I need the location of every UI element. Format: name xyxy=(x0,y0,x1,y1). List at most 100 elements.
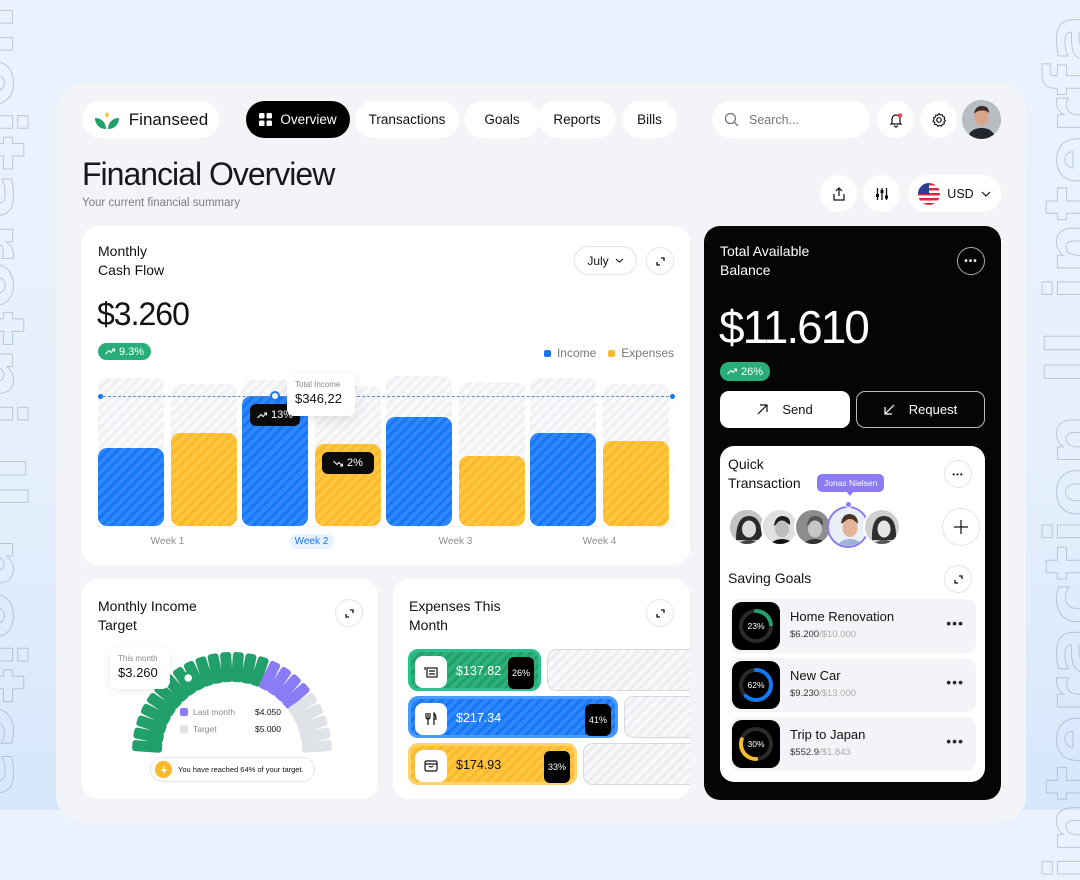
this-month-label: This month xyxy=(118,654,158,663)
bar-income-week-3[interactable] xyxy=(386,416,452,526)
legend-expenses-label: Expenses xyxy=(621,346,674,360)
income-target-expand-button[interactable] xyxy=(335,599,363,627)
gauge-current-marker xyxy=(181,671,195,685)
currency-label: USD xyxy=(947,186,974,201)
expense-amount: $217.34 xyxy=(456,711,502,725)
bar-expenses-week-4[interactable] xyxy=(603,440,669,526)
goal-progress-ring: 62% xyxy=(732,661,780,709)
brand-name: Finanseed xyxy=(128,109,209,129)
nav-tab-bills[interactable]: Bills xyxy=(622,101,677,138)
expense-row[interactable]: $174.93 33% xyxy=(408,743,577,785)
x-tick-label[interactable]: Week 1 xyxy=(138,536,198,547)
brand-logo[interactable]: Finanseed xyxy=(82,101,219,138)
expand-icon xyxy=(655,608,665,618)
nav-tab-reports[interactable]: Reports xyxy=(538,101,616,138)
add-contact-button[interactable] xyxy=(942,508,980,546)
expense-row[interactable]: $217.34 41% xyxy=(408,696,618,738)
export-button[interactable] xyxy=(820,175,857,212)
x-tick-label[interactable]: Week 3 xyxy=(426,536,486,547)
month-dropdown[interactable]: July xyxy=(574,246,637,275)
expand-icon xyxy=(655,256,665,266)
trend-down-icon xyxy=(333,460,344,467)
gear-icon xyxy=(931,112,946,127)
quick-transaction-title: Quick Transaction xyxy=(728,455,801,493)
this-month-tooltip: This month $3.260 xyxy=(110,647,170,689)
expense-percent: 33% xyxy=(544,751,570,783)
legend-last-month: Last month xyxy=(180,707,235,717)
saving-goal-item[interactable]: 62% New Car $9.230/$13.000 ••• xyxy=(730,658,976,712)
notifications-button[interactable] xyxy=(877,101,914,138)
nav-tab-overview[interactable]: Overview xyxy=(246,101,350,138)
user-avatar[interactable] xyxy=(962,100,1001,139)
request-button[interactable]: Request xyxy=(856,391,985,428)
saving-goals-expand-button[interactable] xyxy=(944,565,972,593)
expenses-title-line1: Expenses This xyxy=(409,598,501,614)
expense-change-value: 2% xyxy=(347,457,363,470)
plus-icon xyxy=(954,520,968,534)
balance-card: Total Available Balance ••• $11.610 26% … xyxy=(704,226,1001,800)
expense-row[interactable]: $137.82 26% xyxy=(408,649,541,691)
goal-name: Home Renovation xyxy=(790,609,895,624)
goal-more-button[interactable]: ••• xyxy=(946,615,964,631)
balance-title-line2: Balance xyxy=(720,262,771,278)
app-window: Finanseed Overview Transactions Goals Re… xyxy=(56,83,1026,823)
expenses-expand-button[interactable] xyxy=(646,599,674,627)
grid-line xyxy=(98,526,674,527)
balance-more-button[interactable]: ••• xyxy=(957,247,985,275)
bar-expenses-week-1[interactable] xyxy=(171,432,237,526)
goal-percent: 30% xyxy=(747,739,764,749)
expense-remaining-track xyxy=(547,649,690,691)
legend-income: Income xyxy=(543,346,596,360)
page-title: Financial Overview xyxy=(82,156,335,192)
bar-income-week-4[interactable] xyxy=(530,432,596,526)
legend-expenses-swatch xyxy=(608,349,616,357)
nav-tab-goals[interactable]: Goals xyxy=(464,101,540,138)
expense-percent: 41% xyxy=(585,704,611,736)
currency-selector[interactable]: USD xyxy=(908,175,1001,212)
chevron-down-icon xyxy=(615,258,624,263)
goal-more-button[interactable]: ••• xyxy=(946,733,964,749)
income-target-title: Monthly Income Target xyxy=(98,597,197,635)
target-label: Target xyxy=(193,724,217,734)
goal-progress-ring: 30% xyxy=(732,720,780,768)
goal-more-button[interactable]: ••• xyxy=(946,674,964,690)
trend-up-icon xyxy=(257,412,267,419)
fork-knife-icon xyxy=(415,703,447,735)
cash-flow-chart: Week 1 Week 2 Week 3 Week 4 13% 2% Total Incom… xyxy=(98,374,675,556)
settings-button[interactable] xyxy=(920,101,957,138)
goal-amount: $6.200/$10.000 xyxy=(790,629,857,640)
x-tick-label[interactable]: Week 4 xyxy=(570,536,630,547)
this-month-value: $3.260 xyxy=(118,665,158,680)
arrow-up-right-icon xyxy=(757,404,768,415)
cash-flow-change-badge: 9.3% xyxy=(98,343,152,360)
share-upload-icon xyxy=(832,186,845,201)
goal-amount: $9.230/$13.000 xyxy=(790,688,857,699)
search-box[interactable] xyxy=(712,101,870,138)
bar-expenses-week-3[interactable] xyxy=(459,456,525,526)
search-input[interactable] xyxy=(749,112,859,127)
saving-goal-item[interactable]: 23% Home Renovation $6.200/$10.000 ••• xyxy=(730,599,976,653)
cash-flow-change-value: 9.3% xyxy=(119,345,145,358)
more-dots-icon: ••• xyxy=(952,469,964,479)
expenses-title-line2: Month xyxy=(409,617,448,633)
filter-button[interactable] xyxy=(863,175,900,212)
expand-icon xyxy=(344,608,354,618)
receipt-icon xyxy=(415,656,447,688)
expand-button[interactable] xyxy=(646,247,674,275)
chevron-down-icon xyxy=(981,191,991,197)
contact-avatar-5[interactable] xyxy=(863,508,901,546)
nav-tab-transactions[interactable]: Transactions xyxy=(355,101,459,138)
last-month-label: Last month xyxy=(193,707,236,717)
total-income-tooltip: Total Income $346,22 xyxy=(287,374,355,417)
saving-goal-item[interactable]: 30% Trip to Japan $552.9/$1.843 ••• xyxy=(730,717,976,771)
tooltip-label: Total Income xyxy=(295,380,341,390)
bar-income-week-1[interactable] xyxy=(98,447,164,526)
tooltip-pointer xyxy=(846,491,854,496)
trend-up-icon xyxy=(727,368,737,375)
balance-change-badge: 26% xyxy=(720,362,771,381)
x-tick-label[interactable]: Week 2 xyxy=(289,534,334,549)
goal-percent: 62% xyxy=(747,680,764,690)
send-button[interactable]: Send xyxy=(720,391,850,428)
quick-transaction-more-button[interactable]: ••• xyxy=(944,460,972,488)
target-value: $5.000 xyxy=(255,724,281,734)
